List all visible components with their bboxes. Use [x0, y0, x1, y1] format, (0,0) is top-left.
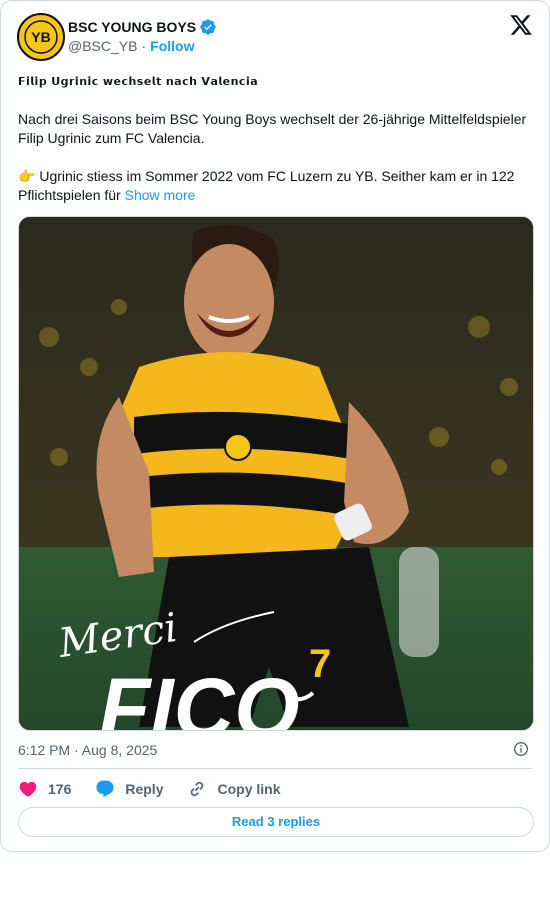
like-button[interactable]: 176 — [18, 779, 71, 799]
follow-button[interactable]: Follow — [150, 38, 194, 54]
avatar-text: YB — [31, 29, 50, 45]
pointing-emoji: 👉 — [18, 168, 36, 184]
link-icon — [191, 781, 204, 797]
tweet-card: YB BSC YOUNG BOYS @BSC_YB · Follow 𝗙𝗶𝗹𝗶𝗽… — [0, 0, 550, 852]
tweet-headline: 𝗙𝗶𝗹𝗶𝗽 𝗨𝗴𝗿𝗶𝗻𝗶𝗰 𝘄𝗲𝗰𝗵𝘀𝗲𝗹𝘁 𝗻𝗮𝗰𝗵 𝗩𝗮𝗹𝗲𝗻𝗰𝗶𝗮 — [18, 75, 259, 88]
tweet-paragraph-1: Nach drei Saisons beim BSC Young Boys we… — [18, 111, 527, 146]
tweet-photo[interactable]: E500 7 Merci FICO — [18, 216, 534, 731]
shirt-sponsor: E500 — [225, 482, 272, 504]
yb-logo-icon: YB — [20, 16, 62, 58]
handle-row: @BSC_YB · Follow — [68, 38, 194, 54]
action-bar: 176 Reply Copy link — [18, 778, 305, 800]
show-more-link[interactable]: Show more — [125, 187, 196, 203]
overlay-name-text: FICO — [99, 661, 300, 731]
verified-badge-icon — [200, 19, 216, 35]
reply-label: Reply — [125, 781, 164, 797]
tweet-paragraph-2-text: Ugrinic stiess im Sommer 2022 vom FC Luz… — [18, 168, 515, 203]
likes-count: 176 — [48, 781, 72, 797]
x-logo-icon[interactable] — [509, 13, 533, 37]
handle[interactable]: @BSC_YB — [68, 38, 137, 54]
tweet-paragraph-2: 👉 Ugrinic stiess im Sommer 2022 vom FC L… — [18, 167, 534, 205]
reply-bubble-icon — [96, 780, 114, 798]
divider — [18, 768, 532, 769]
display-name[interactable]: BSC YOUNG BOYS — [68, 19, 196, 35]
tweet-header: YB BSC YOUNG BOYS @BSC_YB · Follow — [17, 13, 533, 61]
name-row: BSC YOUNG BOYS — [68, 18, 217, 36]
heart-icon — [19, 781, 37, 797]
info-icon[interactable] — [513, 741, 529, 757]
reply-button[interactable]: Reply — [95, 779, 163, 799]
player-celebration-image: E500 7 Merci FICO — [19, 217, 533, 731]
timestamp[interactable]: 6:12 PM · Aug 8, 2025 — [18, 742, 157, 758]
shirt-number: 7 — [309, 642, 331, 686]
avatar[interactable]: YB — [17, 13, 65, 61]
read-replies-button[interactable]: Read 3 replies — [18, 807, 534, 837]
copy-link-button[interactable]: Copy link — [187, 779, 281, 799]
separator: · — [141, 38, 147, 54]
tweet-text: 𝗙𝗶𝗹𝗶𝗽 𝗨𝗴𝗿𝗶𝗻𝗶𝗰 𝘄𝗲𝗰𝗵𝘀𝗲𝗹𝘁 𝗻𝗮𝗰𝗵 𝗩𝗮𝗹𝗲𝗻𝗰𝗶𝗮 Nac… — [18, 72, 534, 205]
copy-link-label: Copy link — [217, 781, 281, 797]
